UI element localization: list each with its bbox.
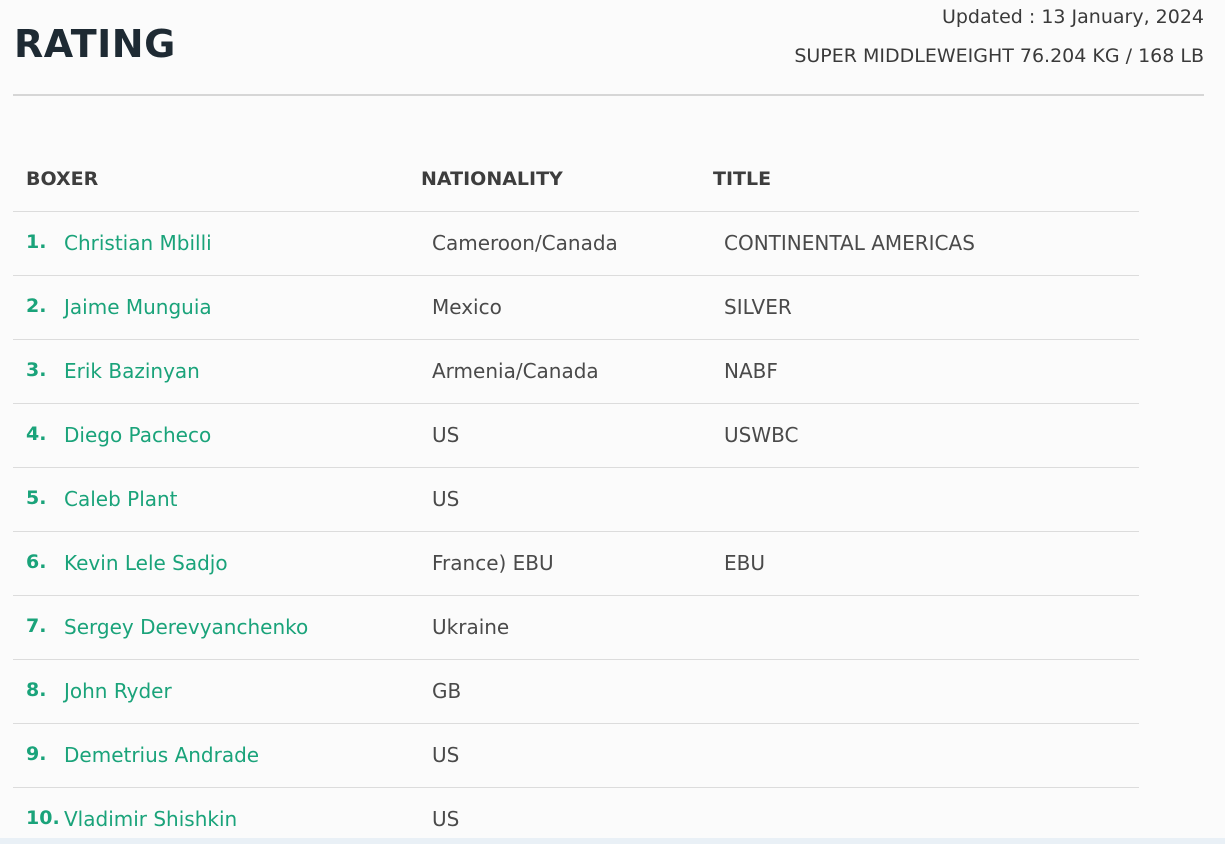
boxer-link[interactable]: Erik Bazinyan <box>64 359 200 383</box>
column-header-title: TITLE <box>713 168 772 190</box>
table-header: BOXER NATIONALITY TITLE <box>13 148 1139 212</box>
table-row: 1. Christian Mbilli Cameroon/Canada CONT… <box>13 212 1139 276</box>
header-divider <box>13 94 1204 96</box>
boxer-link[interactable]: Caleb Plant <box>64 487 178 511</box>
rank-number: 6. <box>26 551 47 573</box>
nationality-cell: Ukraine <box>432 615 510 639</box>
weight-category: SUPER MIDDLEWEIGHT 76.204 KG / 168 LB <box>794 45 1204 67</box>
boxer-link[interactable]: Sergey Derevyanchenko <box>64 615 308 639</box>
rank-number: 8. <box>26 679 47 701</box>
boxer-link[interactable]: Demetrius Andrade <box>64 743 259 767</box>
table-row: 5. Caleb Plant US <box>13 468 1139 532</box>
nationality-cell: US <box>432 423 460 447</box>
column-header-nationality: NATIONALITY <box>421 168 563 190</box>
bottom-edge-strip <box>0 838 1225 844</box>
boxer-link[interactable]: Christian Mbilli <box>64 231 212 255</box>
rank-number: 9. <box>26 743 47 765</box>
nationality-cell: GB <box>432 679 462 703</box>
rank-number: 3. <box>26 359 47 381</box>
boxer-link[interactable]: Vladimir Shishkin <box>64 807 237 831</box>
rank-number: 5. <box>26 487 47 509</box>
table-row: 7. Sergey Derevyanchenko Ukraine <box>13 596 1139 660</box>
rank-number: 7. <box>26 615 47 637</box>
title-cell: SILVER <box>724 295 792 319</box>
boxer-link[interactable]: Jaime Munguia <box>64 295 212 319</box>
rank-number: 10. <box>26 807 60 829</box>
rank-number: 4. <box>26 423 47 445</box>
table-row: 9. Demetrius Andrade US <box>13 724 1139 788</box>
table-row: 6. Kevin Lele Sadjo France) EBU EBU <box>13 532 1139 596</box>
rank-number: 2. <box>26 295 47 317</box>
nationality-cell: US <box>432 487 460 511</box>
table-row: 4. Diego Pacheco US USWBC <box>13 404 1139 468</box>
boxer-link[interactable]: John Ryder <box>64 679 172 703</box>
nationality-cell: US <box>432 807 460 831</box>
table-row: 10. Vladimir Shishkin US <box>13 788 1139 844</box>
rating-page: RATING Updated : 13 January, 2024 SUPER … <box>0 0 1225 844</box>
updated-date: Updated : 13 January, 2024 <box>941 6 1204 28</box>
title-cell: EBU <box>724 551 765 575</box>
nationality-cell: US <box>432 743 460 767</box>
title-cell: CONTINENTAL AMERICAS <box>724 231 975 255</box>
boxer-link[interactable]: Kevin Lele Sadjo <box>64 551 228 575</box>
boxer-link[interactable]: Diego Pacheco <box>64 423 211 447</box>
table-row: 8. John Ryder GB <box>13 660 1139 724</box>
nationality-cell: Armenia/Canada <box>432 359 599 383</box>
column-header-boxer: BOXER <box>26 168 99 190</box>
page-title: RATING <box>14 22 176 66</box>
title-cell: NABF <box>724 359 778 383</box>
nationality-cell: Cameroon/Canada <box>432 231 618 255</box>
nationality-cell: Mexico <box>432 295 502 319</box>
rating-table: BOXER NATIONALITY TITLE 1. Christian Mbi… <box>13 148 1139 844</box>
table-row: 2. Jaime Munguia Mexico SILVER <box>13 276 1139 340</box>
title-cell: USWBC <box>724 423 799 447</box>
rank-number: 1. <box>26 231 47 253</box>
nationality-cell: France) EBU <box>432 551 554 575</box>
table-row: 3. Erik Bazinyan Armenia/Canada NABF <box>13 340 1139 404</box>
